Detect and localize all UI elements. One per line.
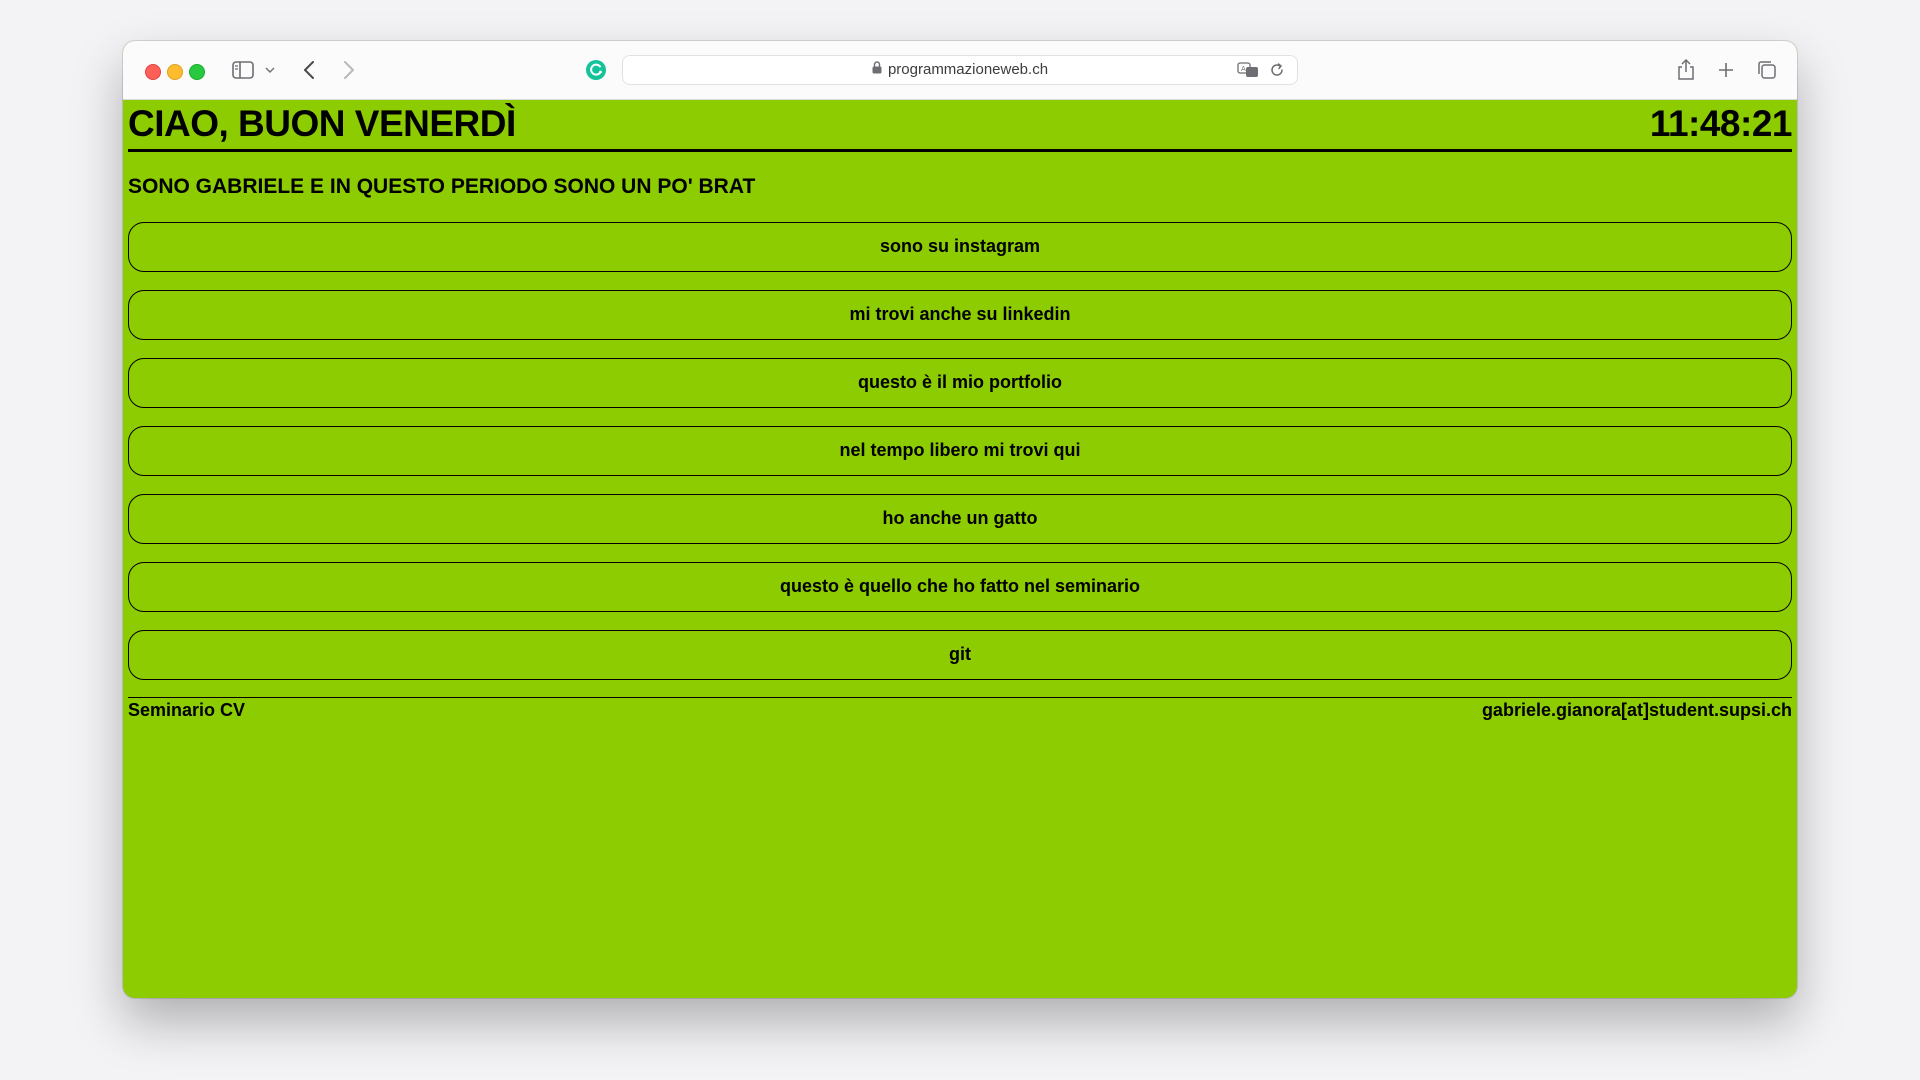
share-icon[interactable] [1675,57,1697,83]
back-arrow-icon[interactable] [299,57,319,83]
link-free-time[interactable]: nel tempo libero mi trovi qui [128,426,1792,476]
minimize-window-button[interactable] [167,64,183,80]
browser-window: programmazioneweb.ch A CIAO, BUON VENERD… [123,41,1797,998]
chevron-down-icon[interactable] [264,57,276,83]
zoom-window-button[interactable] [189,64,205,80]
forward-arrow-icon[interactable] [339,57,359,83]
reload-icon[interactable] [1269,62,1285,83]
page-content: CIAO, BUON VENERDÌ 11:48:21 SONO GABRIEL… [128,100,1793,724]
translate-icon[interactable]: A [1237,62,1259,83]
extension-icon[interactable] [584,57,608,83]
footer-title: Seminario CV [128,700,246,720]
link-portfolio[interactable]: questo è il mio portfolio [128,358,1792,408]
svg-text:A: A [1241,65,1246,73]
footer-email: gabriele.gianora[at]student.supsi.ch [1481,700,1792,720]
link-seminar[interactable]: questo è quello che ho fatto nel seminar… [128,562,1792,612]
new-tab-icon[interactable] [1716,57,1736,83]
links-list: sono su instagram mi trovi anche su link… [128,222,1792,680]
link-cat[interactable]: ho anche un gatto [128,494,1792,544]
link-instagram[interactable]: sono su instagram [128,222,1792,272]
intro-subtitle: SONO GABRIELE E IN QUESTO PERIODO SONO U… [128,175,756,198]
page-footer: Seminario CV gabriele.gianora[at]student… [128,697,1792,724]
close-window-button[interactable] [145,64,161,80]
url-text: programmazioneweb.ch [887,61,1049,78]
clock: 11:48:21 [1649,103,1793,144]
page-header: CIAO, BUON VENERDÌ 11:48:21 [128,100,1793,152]
lock-icon [872,56,882,84]
tab-overview-icon[interactable] [1755,57,1779,83]
address-bar[interactable]: programmazioneweb.ch A [622,55,1298,85]
link-linkedin[interactable]: mi trovi anche su linkedin [128,290,1792,340]
greeting-title: CIAO, BUON VENERDÌ [128,103,516,144]
link-git[interactable]: git [128,630,1792,680]
sidebar-icon[interactable] [230,57,256,83]
browser-toolbar: programmazioneweb.ch A [123,41,1797,100]
